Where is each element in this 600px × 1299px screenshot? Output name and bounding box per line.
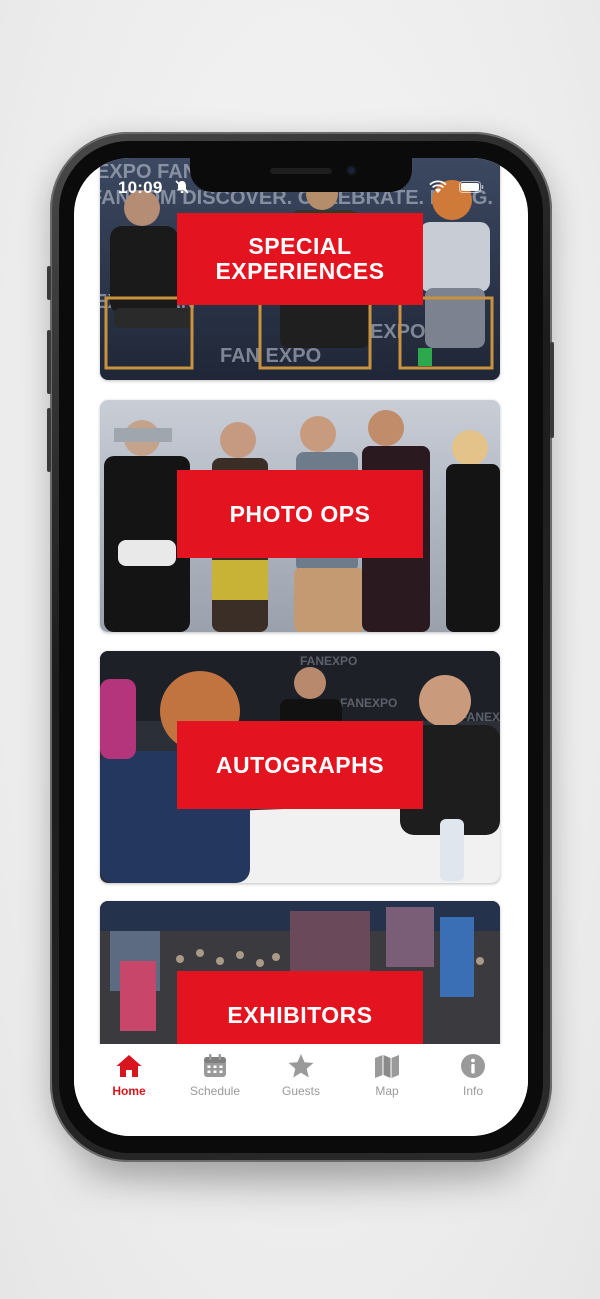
card-banner-special-experiences: SPECIAL EXPERIENCES xyxy=(177,213,423,305)
home-feed[interactable]: EXPO FAN FANDOM DISCOVER. CELEBRATE. LON… xyxy=(74,158,528,1044)
front-camera xyxy=(346,165,357,176)
tab-map[interactable]: Map xyxy=(346,1044,428,1136)
card-title: EXHIBITORS xyxy=(227,1001,373,1028)
card-title-line-2: EXPERIENCES xyxy=(215,258,385,284)
mute-switch xyxy=(47,266,51,300)
map-icon xyxy=(375,1055,399,1078)
volume-up-button xyxy=(47,330,51,394)
svg-text:FANEXPO: FANEXPO xyxy=(340,696,397,710)
card-photo-ops[interactable]: PHOTO OPS xyxy=(100,400,500,632)
calendar-icon xyxy=(204,1054,226,1077)
card-title: PHOTO OPS xyxy=(229,500,371,527)
tab-guests[interactable]: Guests xyxy=(260,1044,342,1136)
bottom-tab-bar: Home Schedule Guests Map Info xyxy=(74,1044,528,1136)
earpiece-speaker xyxy=(270,168,332,174)
tab-label: Guests xyxy=(281,1084,320,1098)
home-icon xyxy=(116,1055,142,1077)
device-mockup-stage: EXPO FAN FANDOM DISCOVER. CELEBRATE. LON… xyxy=(0,0,600,1299)
svg-text:FAN EXPO: FAN EXPO xyxy=(220,345,321,367)
card-banner-photo-ops: PHOTO OPS xyxy=(177,470,423,558)
card-banner-autographs: AUTOGRAPHS xyxy=(177,721,423,809)
battery-icon xyxy=(459,181,484,193)
card-title-line-1: SPECIAL xyxy=(248,233,352,259)
tab-label: Home xyxy=(112,1084,146,1098)
tab-label: Map xyxy=(375,1084,399,1098)
card-exhibitors[interactable]: EXHIBITORS xyxy=(100,901,500,1044)
device-notch xyxy=(190,158,412,192)
tab-label: Info xyxy=(462,1084,483,1098)
tab-schedule[interactable]: Schedule xyxy=(174,1044,256,1136)
volume-down-button xyxy=(47,408,51,472)
star-icon xyxy=(288,1054,314,1078)
info-icon xyxy=(461,1054,485,1078)
card-title: AUTOGRAPHS xyxy=(215,751,385,778)
wifi-icon xyxy=(429,180,447,193)
tab-home[interactable]: Home xyxy=(88,1044,170,1136)
tab-label: Schedule xyxy=(189,1084,241,1098)
app-screen: EXPO FAN FANDOM DISCOVER. CELEBRATE. LON… xyxy=(74,158,528,1136)
card-banner-exhibitors: EXHIBITORS xyxy=(177,971,423,1044)
svg-text:FANEXPO: FANEXPO xyxy=(300,654,357,668)
power-button xyxy=(550,342,554,438)
card-autographs[interactable]: FANEXPO FANEXPO FANEXPO xyxy=(100,651,500,883)
tab-info[interactable]: Info xyxy=(432,1044,514,1136)
status-time: 10:09 xyxy=(118,178,163,197)
silent-bell-icon xyxy=(175,180,189,194)
